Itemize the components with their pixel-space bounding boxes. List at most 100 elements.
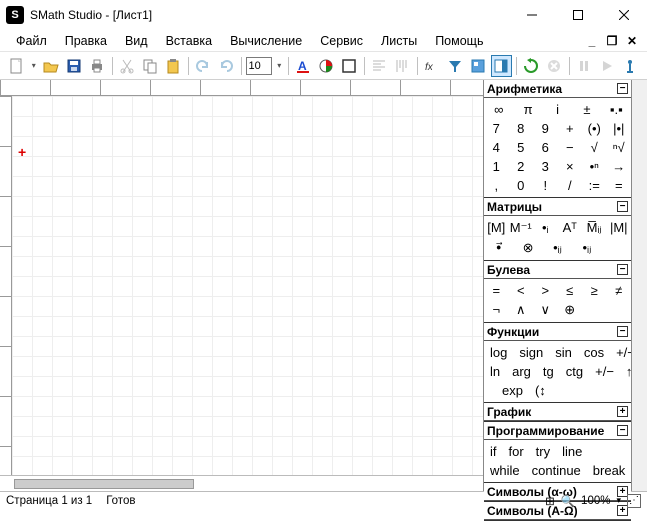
debug-button[interactable] xyxy=(620,55,641,77)
palette-button[interactable]: 9 xyxy=(533,119,558,138)
menu-view[interactable]: Вид xyxy=(117,32,156,50)
panel-matrices-header[interactable]: Матрицы− xyxy=(484,198,631,216)
palette-button[interactable]: cos xyxy=(578,343,610,362)
menu-edit[interactable]: Правка xyxy=(57,32,115,50)
font-size-input[interactable]: 10 xyxy=(246,57,273,75)
undo-button[interactable] xyxy=(193,55,214,77)
palette-button[interactable]: 8 xyxy=(509,119,534,138)
function-button[interactable]: fx xyxy=(422,55,443,77)
palette-button[interactable]: / xyxy=(558,176,583,195)
palette-button[interactable]: < xyxy=(509,281,534,300)
layout-icon[interactable]: ⊞ xyxy=(545,494,555,508)
palette-button[interactable]: 7 xyxy=(484,119,509,138)
palette-button[interactable]: = xyxy=(607,176,632,195)
palette-button[interactable]: 5 xyxy=(509,138,534,157)
scrollbar-vertical[interactable] xyxy=(631,80,647,491)
palette-button[interactable]: tg xyxy=(537,362,560,381)
menu-tools[interactable]: Сервис xyxy=(312,32,371,50)
palette-button[interactable]: i xyxy=(543,100,572,119)
palette-button[interactable]: ∧ xyxy=(509,300,534,320)
paste-button[interactable] xyxy=(163,55,184,77)
palette-button[interactable]: ≥ xyxy=(582,281,607,300)
palette-button[interactable]: 0 xyxy=(509,176,534,195)
menu-insert[interactable]: Вставка xyxy=(158,32,220,50)
highlight-button[interactable] xyxy=(316,55,337,77)
palette-button[interactable]: ± xyxy=(572,100,601,119)
panel-programming-header[interactable]: Программирование− xyxy=(484,422,631,440)
palette-button[interactable]: ▪.▪ xyxy=(602,100,631,119)
palette-button[interactable]: π xyxy=(513,100,542,119)
zoom-icon[interactable]: 🔍 xyxy=(561,494,575,508)
panel-arithmetic-header[interactable]: Арифметика− xyxy=(484,80,631,98)
palette-button[interactable]: (•) xyxy=(582,119,607,138)
collapse-icon[interactable]: − xyxy=(617,201,628,212)
minimize-button[interactable] xyxy=(509,0,555,30)
palette-button[interactable]: ≤ xyxy=(558,281,583,300)
collapse-icon[interactable]: − xyxy=(617,425,628,436)
palette-button[interactable]: := xyxy=(582,176,607,195)
palette-button[interactable]: ⊕ xyxy=(558,300,583,320)
scrollbar-horizontal[interactable] xyxy=(0,475,483,491)
palette-button[interactable]: •⃗ xyxy=(484,238,513,258)
palette-button[interactable]: ⊗ xyxy=(513,238,542,258)
palette-button[interactable]: if xyxy=(484,442,503,461)
palette-button[interactable]: |M| xyxy=(607,218,632,238)
palette-button[interactable]: sin xyxy=(549,343,578,362)
palette-button[interactable]: , xyxy=(484,176,509,195)
redo-button[interactable] xyxy=(216,55,237,77)
new-dropdown[interactable]: ▾ xyxy=(29,61,39,70)
ruler-horizontal[interactable] xyxy=(0,80,483,96)
palette-button[interactable]: +/− xyxy=(589,362,620,381)
palette-button[interactable]: •ᵢⱼ xyxy=(543,238,572,258)
palette-button[interactable]: log xyxy=(484,343,513,362)
child-close-icon[interactable]: ✕ xyxy=(625,34,639,48)
panel-functions-header[interactable]: Функции− xyxy=(484,323,631,341)
collapse-icon[interactable]: − xyxy=(617,264,628,275)
palette-button[interactable]: arg xyxy=(506,362,537,381)
menu-help[interactable]: Помощь xyxy=(427,32,491,50)
resize-grip-icon[interactable]: ⋰ xyxy=(627,494,641,508)
palette-button[interactable]: = xyxy=(484,281,509,300)
palette-button[interactable]: 6 xyxy=(533,138,558,157)
palette-button[interactable]: − xyxy=(558,138,583,157)
maximize-button[interactable] xyxy=(555,0,601,30)
palette-button[interactable] xyxy=(552,381,564,400)
zoom-value[interactable]: 100% xyxy=(581,495,610,507)
panel-plot-header[interactable]: График+ xyxy=(484,403,631,421)
palette-button[interactable]: → xyxy=(607,157,632,176)
collapse-icon[interactable]: − xyxy=(617,326,628,337)
panel-boolean-header[interactable]: Булева− xyxy=(484,261,631,279)
palette-button[interactable]: M⁻¹ xyxy=(509,218,534,238)
font-size-dropdown[interactable]: ▾ xyxy=(274,61,284,70)
cut-button[interactable] xyxy=(117,55,138,77)
align-left-button[interactable] xyxy=(369,55,390,77)
expand-icon[interactable]: + xyxy=(617,406,628,417)
palette-button[interactable]: •ᵢ xyxy=(533,218,558,238)
palette-button[interactable]: ≠ xyxy=(607,281,632,300)
align-top-button[interactable] xyxy=(392,55,413,77)
palette-button[interactable] xyxy=(607,300,632,320)
pause-button[interactable] xyxy=(574,55,595,77)
palette-button[interactable]: ln xyxy=(484,362,506,381)
close-button[interactable] xyxy=(601,0,647,30)
frame-button[interactable] xyxy=(339,55,360,77)
snippets-button[interactable] xyxy=(468,55,489,77)
palette-button[interactable]: √ xyxy=(582,138,607,157)
palette-button[interactable]: ∨ xyxy=(533,300,558,320)
panels-toggle-button[interactable] xyxy=(491,55,512,77)
menu-sheets[interactable]: Листы xyxy=(373,32,425,50)
filter-button[interactable] xyxy=(445,55,466,77)
child-minimize-icon[interactable]: _ xyxy=(585,34,599,48)
stop-button[interactable] xyxy=(544,55,565,77)
palette-button[interactable] xyxy=(576,381,588,400)
child-maximize-icon[interactable]: ❐ xyxy=(605,34,619,48)
palette-button[interactable] xyxy=(564,381,576,400)
palette-button[interactable]: sign xyxy=(513,343,549,362)
palette-button[interactable]: (↕ xyxy=(529,381,552,400)
ruler-vertical[interactable] xyxy=(0,96,12,475)
palette-button[interactable]: line xyxy=(556,442,588,461)
menu-calc[interactable]: Вычисление xyxy=(222,32,310,50)
palette-button[interactable]: + xyxy=(558,119,583,138)
palette-button[interactable]: ctg xyxy=(560,362,589,381)
palette-button[interactable]: ⁿ√ xyxy=(607,138,632,157)
